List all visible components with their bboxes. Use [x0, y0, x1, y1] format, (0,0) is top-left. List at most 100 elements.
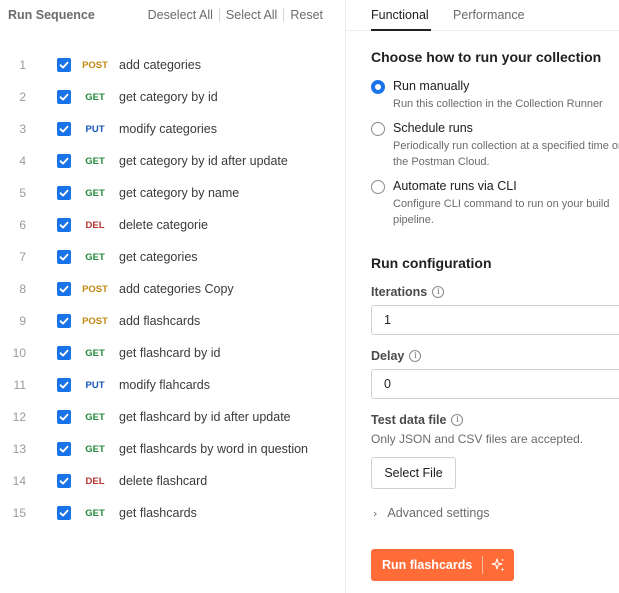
request-name: delete flashcard: [119, 474, 208, 488]
checkmark-icon: [59, 381, 69, 389]
run-configuration-title: Run configuration: [371, 255, 492, 271]
request-index: 6: [19, 218, 26, 232]
request-checkbox[interactable]: [57, 442, 71, 456]
request-checkbox[interactable]: [57, 506, 71, 520]
checkmark-icon: [59, 509, 69, 517]
iterations-label-text: Iterations: [371, 285, 428, 299]
schedule-runs-radio[interactable]: [371, 122, 385, 136]
tab-performance[interactable]: Performance: [453, 8, 525, 22]
reset-button[interactable]: Reset: [284, 8, 329, 22]
request-checkbox[interactable]: [57, 250, 71, 264]
request-checkbox[interactable]: [57, 90, 71, 104]
request-index: 10: [12, 346, 26, 360]
iterations-value: 1: [384, 313, 391, 327]
request-method-badge: GET: [85, 412, 105, 423]
request-row[interactable]: 11 PUT modify flahcards: [0, 369, 345, 401]
request-row[interactable]: 7 GET get categories: [0, 241, 345, 273]
checkmark-icon: [59, 221, 69, 229]
request-name: add flashcards: [119, 314, 201, 328]
request-row[interactable]: 6 DEL delete categorie: [0, 209, 345, 241]
request-index: 8: [19, 282, 26, 296]
sparkle-icon[interactable]: [490, 557, 506, 573]
advanced-settings-toggle[interactable]: › Advanced settings: [373, 506, 490, 520]
request-row[interactable]: 10 GET get flashcard by id: [0, 337, 345, 369]
run-sequence-panel: Run Sequence Deselect All Select All Res…: [0, 0, 345, 593]
request-row[interactable]: 8 POST add categories Copy: [0, 273, 345, 305]
request-row[interactable]: 1 POST add categories: [0, 49, 345, 81]
checkmark-icon: [59, 445, 69, 453]
run-sequence-header: Run Sequence Deselect All Select All Res…: [0, 0, 345, 30]
info-icon[interactable]: i: [409, 350, 422, 362]
schedule-runs-label[interactable]: Schedule runs: [393, 121, 473, 135]
automate-cli-description: Configure CLI command to run on your bui…: [393, 198, 610, 210]
request-checkbox[interactable]: [57, 282, 71, 296]
request-index: 7: [19, 250, 26, 264]
request-checkbox[interactable]: [57, 122, 71, 136]
chevron-right-icon: ›: [373, 506, 378, 520]
run-button-divider: [482, 556, 483, 574]
request-method-badge: GET: [85, 508, 105, 519]
automate-cli-radio[interactable]: [371, 180, 385, 194]
request-name: get category by id: [119, 90, 218, 104]
deselect-all-button[interactable]: Deselect All: [142, 8, 219, 22]
request-method-badge: POST: [82, 60, 108, 71]
delay-input[interactable]: 0: [371, 369, 619, 399]
automate-cli-label[interactable]: Automate runs via CLI: [393, 179, 517, 193]
active-tab-indicator: [371, 29, 431, 31]
request-index: 4: [19, 154, 26, 168]
run-collection-button[interactable]: Run flashcards: [371, 549, 514, 581]
checkmark-icon: [59, 477, 69, 485]
request-checkbox[interactable]: [57, 58, 71, 72]
run-type-tabs: Functional Performance: [346, 0, 619, 31]
select-file-button[interactable]: Select File: [371, 457, 456, 489]
request-checkbox[interactable]: [57, 186, 71, 200]
request-method-badge: PUT: [85, 124, 105, 135]
request-checkbox[interactable]: [57, 154, 71, 168]
request-checkbox[interactable]: [57, 474, 71, 488]
iterations-label: Iterations i: [371, 285, 445, 299]
request-index: 3: [19, 122, 26, 136]
checkmark-icon: [59, 157, 69, 165]
request-method-badge: GET: [85, 252, 105, 263]
tab-functional[interactable]: Functional: [371, 8, 429, 22]
request-checkbox[interactable]: [57, 218, 71, 232]
run-button-label: Run flashcards: [382, 558, 473, 572]
request-row[interactable]: 14 DEL delete flashcard: [0, 465, 345, 497]
request-name: get flashcards: [119, 506, 197, 520]
choose-run-title: Choose how to run your collection: [371, 49, 602, 65]
request-row[interactable]: 12 GET get flashcard by id after update: [0, 401, 345, 433]
request-row[interactable]: 13 GET get flashcards by word in question: [0, 433, 345, 465]
request-row[interactable]: 9 POST add flashcards: [0, 305, 345, 337]
request-index: 5: [19, 186, 26, 200]
request-checkbox[interactable]: [57, 314, 71, 328]
run-settings-panel: Functional Performance Choose how to run…: [346, 0, 619, 593]
request-row[interactable]: 5 GET get category by name: [0, 177, 345, 209]
request-name: get category by id after update: [119, 154, 288, 168]
request-method-badge: PUT: [85, 380, 105, 391]
checkmark-icon: [59, 189, 69, 197]
request-row[interactable]: 2 GET get category by id: [0, 81, 345, 113]
info-icon[interactable]: i: [432, 286, 445, 298]
request-method-badge: POST: [82, 316, 108, 327]
request-index: 15: [12, 506, 26, 520]
request-checkbox[interactable]: [57, 346, 71, 360]
request-row[interactable]: 4 GET get category by id after update: [0, 145, 345, 177]
request-name: get flashcard by id after update: [119, 410, 291, 424]
request-name: get flashcards by word in question: [119, 442, 308, 456]
checkmark-icon: [59, 125, 69, 133]
checkmark-icon: [59, 349, 69, 357]
request-checkbox[interactable]: [57, 410, 71, 424]
run-manually-label[interactable]: Run manually: [393, 79, 469, 93]
iterations-input[interactable]: 1: [371, 305, 619, 335]
checkmark-icon: [59, 285, 69, 293]
request-name: add categories: [119, 58, 202, 72]
checkmark-icon: [59, 317, 69, 325]
request-name: modify categories: [119, 122, 217, 136]
info-icon[interactable]: i: [451, 414, 464, 426]
request-row[interactable]: 15 GET get flashcards: [0, 497, 345, 529]
request-row[interactable]: 3 PUT modify categories: [0, 113, 345, 145]
request-checkbox[interactable]: [57, 378, 71, 392]
run-manually-radio[interactable]: [371, 80, 385, 94]
request-name: add categories Copy: [119, 282, 234, 296]
select-all-button[interactable]: Select All: [220, 8, 283, 22]
